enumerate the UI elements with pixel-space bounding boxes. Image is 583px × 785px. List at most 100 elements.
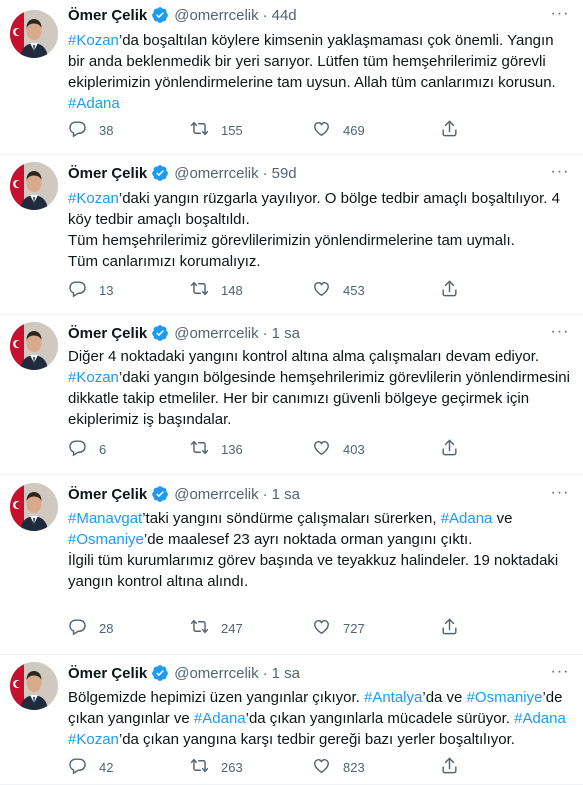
author-handle[interactable]: @omerrcelik — [174, 665, 258, 682]
share-icon — [440, 756, 471, 778]
tweet-paragraph: İlgili tüm kurumlarımız görev başında ve… — [68, 552, 559, 590]
author-name[interactable]: Ömer Çelik — [68, 665, 147, 682]
retweet-count: 136 — [221, 441, 243, 457]
hashtag-link[interactable]: #Adana — [194, 710, 246, 727]
tweet-text: #Kozan’da boşaltılan köylere kimsenin ya… — [68, 30, 573, 114]
retweet-count: 148 — [221, 282, 243, 298]
timestamp[interactable]: 44d — [272, 7, 297, 24]
hashtag-link[interactable]: #Osmaniye — [467, 689, 543, 706]
like-count: 453 — [343, 282, 365, 298]
tweet[interactable]: Ömer Çelik @omerrcelik · 1 sa ··· Diğer 4 nok… — [0, 315, 583, 475]
tweet-paragraph: Bölgemizde hepimizi üzen yangınlar çıkıy… — [68, 689, 566, 748]
reply-button[interactable]: 38 — [68, 119, 190, 141]
more-options-icon[interactable]: ··· — [549, 484, 571, 504]
retweet-count: 155 — [221, 122, 243, 138]
hashtag-link[interactable]: #Kozan — [68, 32, 119, 49]
retweet-icon — [190, 279, 221, 301]
share-button[interactable] — [440, 617, 471, 639]
more-options-icon[interactable]: ··· — [549, 163, 571, 183]
tweet[interactable]: Ömer Çelik @omerrcelik · 44d ··· #Kozan’da bo… — [0, 0, 583, 155]
reply-button[interactable]: 42 — [68, 756, 190, 778]
share-button[interactable] — [440, 279, 471, 301]
retweet-button[interactable]: 148 — [190, 279, 312, 301]
tweet[interactable]: Ömer Çelik @omerrcelik · 1 sa ··· #Manavgat’t… — [0, 475, 583, 655]
author-handle[interactable]: @omerrcelik — [174, 7, 258, 24]
avatar[interactable] — [10, 10, 58, 58]
author-handle[interactable]: @omerrcelik — [174, 325, 258, 342]
tweet-actions: 42 263 823 — [68, 757, 508, 777]
more-options-icon[interactable]: ··· — [549, 663, 571, 683]
tweet-header: Ömer Çelik @omerrcelik · 44d — [68, 5, 297, 25]
hashtag-link[interactable]: #Adana — [441, 510, 493, 527]
share-button[interactable] — [440, 119, 471, 141]
hashtag-link[interactable]: #Kozan — [68, 731, 119, 748]
tweet[interactable]: Ömer Çelik @omerrcelik · 1 sa ··· Bölgemizde … — [0, 655, 583, 785]
like-button[interactable]: 823 — [312, 756, 434, 778]
timestamp[interactable]: 1 sa — [272, 486, 300, 503]
verified-badge-icon — [151, 324, 169, 342]
verified-badge-icon — [151, 164, 169, 182]
timestamp[interactable]: 1 sa — [272, 325, 300, 342]
avatar[interactable] — [10, 483, 58, 531]
author-handle[interactable]: @omerrcelik — [174, 165, 258, 182]
more-options-icon[interactable]: ··· — [549, 323, 571, 343]
like-button[interactable]: 403 — [312, 438, 434, 460]
like-icon — [312, 617, 343, 639]
retweet-count: 263 — [221, 759, 243, 775]
tweet-paragraph: #Kozan’daki yangın rüzgarla yayılıyor. O… — [68, 190, 560, 228]
retweet-button[interactable]: 263 — [190, 756, 312, 778]
like-button[interactable]: 469 — [312, 119, 434, 141]
retweet-icon — [190, 617, 221, 639]
reply-icon — [68, 438, 99, 460]
retweet-button[interactable]: 136 — [190, 438, 312, 460]
like-button[interactable]: 727 — [312, 617, 434, 639]
reply-icon — [68, 756, 99, 778]
hashtag-link[interactable]: #Kozan — [68, 190, 119, 207]
reply-button[interactable]: 6 — [68, 438, 190, 460]
more-options-icon[interactable]: ··· — [549, 5, 571, 25]
hashtag-link[interactable]: #Osmaniye — [68, 531, 144, 548]
timestamp[interactable]: 59d — [272, 165, 297, 182]
reply-button[interactable]: 13 — [68, 279, 190, 301]
avatar[interactable] — [10, 662, 58, 710]
tweet[interactable]: Ömer Çelik @omerrcelik · 59d ··· #Kozan’daki … — [0, 155, 583, 315]
share-button[interactable] — [440, 756, 471, 778]
hashtag-link[interactable]: #Adana — [514, 710, 566, 727]
like-icon — [312, 279, 343, 301]
author-name[interactable]: Ömer Çelik — [68, 165, 147, 182]
avatar[interactable] — [10, 162, 58, 210]
retweet-icon — [190, 756, 221, 778]
separator-dot: · — [262, 6, 268, 24]
retweet-button[interactable]: 247 — [190, 617, 312, 639]
tweet-paragraph: Diğer 4 noktadaki yangını kontrol altına… — [68, 348, 570, 428]
share-icon — [440, 279, 471, 301]
hashtag-link[interactable]: #Adana — [68, 95, 120, 112]
retweet-icon — [190, 119, 221, 141]
tweet-actions: 6 136 403 — [68, 439, 508, 459]
reply-count: 42 — [99, 759, 114, 775]
author-handle[interactable]: @omerrcelik — [174, 486, 258, 503]
timestamp[interactable]: 1 sa — [272, 665, 300, 682]
reply-button[interactable]: 28 — [68, 617, 190, 639]
like-count: 403 — [343, 441, 365, 457]
share-button[interactable] — [440, 438, 471, 460]
like-icon — [312, 756, 343, 778]
tweet-text: #Kozan’daki yangın rüzgarla yayılıyor. O… — [68, 188, 573, 272]
author-name[interactable]: Ömer Çelik — [68, 7, 147, 24]
hashtag-link[interactable]: #Antalya — [364, 689, 422, 706]
like-icon — [312, 119, 343, 141]
hashtag-link[interactable]: #Manavgat — [68, 510, 142, 527]
like-button[interactable]: 453 — [312, 279, 434, 301]
avatar[interactable] — [10, 322, 58, 370]
tweet-text: #Manavgat’taki yangını söndürme çalışmal… — [68, 508, 573, 592]
separator-dot: · — [262, 485, 268, 503]
tweet-header: Ömer Çelik @omerrcelik · 1 sa — [68, 663, 300, 683]
author-name[interactable]: Ömer Çelik — [68, 486, 147, 503]
author-name[interactable]: Ömer Çelik — [68, 325, 147, 342]
reply-count: 28 — [99, 620, 114, 636]
like-count: 469 — [343, 122, 365, 138]
reply-count: 38 — [99, 122, 114, 138]
retweet-button[interactable]: 155 — [190, 119, 312, 141]
tweet-header: Ömer Çelik @omerrcelik · 59d — [68, 163, 297, 183]
hashtag-link[interactable]: #Kozan — [68, 369, 119, 386]
